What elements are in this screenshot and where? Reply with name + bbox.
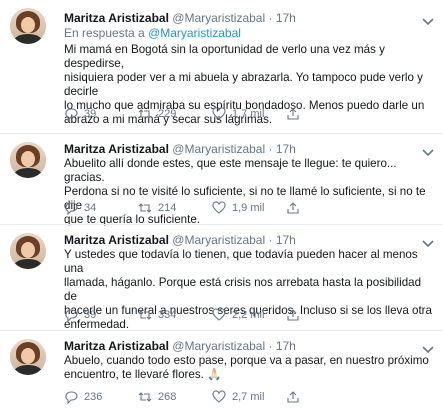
like-icon: [212, 107, 226, 120]
reply-icon: [65, 202, 78, 215]
like-icon: [212, 201, 226, 214]
reply-count: 236: [84, 391, 103, 403]
avatar[interactable]: [10, 142, 46, 178]
tweet-actions: 39 229 1,7 mil: [64, 106, 434, 122]
caret-down-icon[interactable]: [421, 14, 435, 26]
tweet-time[interactable]: 17h: [276, 233, 296, 247]
reply-count: 39: [84, 108, 97, 120]
reply-icon: [65, 391, 78, 404]
author-name[interactable]: Maritza Aristizabal: [64, 339, 169, 353]
author-name[interactable]: Maritza Aristizabal: [64, 233, 169, 247]
tweet[interactable]: Maritza Aristizabal @Maryaristizabal · 1…: [0, 134, 443, 226]
tweet-actions: 39 334 2,2 mil: [64, 307, 434, 323]
retweet-count: 334: [158, 309, 177, 321]
tweet-text: Abuelo, cuando todo esto pase, porque va…: [64, 354, 429, 381]
caret-down-icon[interactable]: [421, 236, 435, 248]
share-button[interactable]: [286, 389, 300, 405]
reply-icon: [65, 309, 78, 322]
retweet-button[interactable]: 229: [138, 106, 176, 122]
avatar[interactable]: [10, 233, 46, 269]
reply-handle-link[interactable]: @Maryaristizabal: [148, 26, 241, 40]
like-button[interactable]: 1,7 mil: [212, 106, 264, 122]
reply-button[interactable]: 39: [64, 106, 96, 122]
retweet-icon: [138, 310, 152, 320]
reply-icon: [65, 108, 78, 121]
author-handle[interactable]: @Maryaristizabal: [172, 233, 265, 247]
retweet-icon: [138, 392, 152, 402]
reply-count: 39: [84, 309, 97, 321]
tweet-header: Maritza Aristizabal @Maryaristizabal · 1…: [64, 339, 296, 353]
tweet-actions: 236 268 2,7 mil: [64, 389, 434, 405]
tweet[interactable]: Maritza Aristizabal @Maryaristizabal · 1…: [0, 0, 443, 133]
tweet-actions: 34 214 1,9 mil: [64, 200, 434, 216]
tweet[interactable]: Maritza Aristizabal @Maryaristizabal · 1…: [0, 331, 443, 414]
author-handle[interactable]: @Maryaristizabal: [172, 339, 265, 353]
avatar[interactable]: [10, 8, 46, 44]
tweet-header: Maritza Aristizabal @Maryaristizabal · 1…: [64, 142, 296, 156]
separator-dot: ·: [268, 339, 273, 353]
retweet-count: 229: [158, 108, 177, 120]
reply-button[interactable]: 39: [64, 307, 96, 323]
tweet-time[interactable]: 17h: [276, 11, 296, 25]
retweet-count: 214: [158, 202, 177, 214]
retweet-icon: [138, 203, 152, 213]
tweet-header: Maritza Aristizabal @Maryaristizabal · 1…: [64, 233, 296, 247]
tweet-text: Abuelito allí donde estes, que este mens…: [64, 157, 426, 226]
retweet-button[interactable]: 334: [138, 307, 176, 323]
retweet-button[interactable]: 214: [138, 200, 176, 216]
like-button[interactable]: 2,7 mil: [212, 389, 264, 405]
share-button[interactable]: [286, 200, 300, 216]
share-icon: [287, 309, 299, 321]
author-handle[interactable]: @Maryaristizabal: [172, 11, 265, 25]
author-name[interactable]: Maritza Aristizabal: [64, 11, 169, 25]
share-button[interactable]: [286, 307, 300, 323]
separator-dot: ·: [268, 11, 273, 25]
like-count: 2,7 mil: [232, 391, 265, 403]
share-icon: [287, 391, 299, 403]
caret-down-icon[interactable]: [421, 342, 435, 354]
like-count: 1,7 mil: [232, 108, 265, 120]
author-name[interactable]: Maritza Aristizabal: [64, 142, 169, 156]
like-count: 1,9 mil: [232, 202, 265, 214]
like-count: 2,2 mil: [232, 309, 265, 321]
share-icon: [287, 202, 299, 214]
retweet-count: 268: [158, 391, 177, 403]
tweet[interactable]: Maritza Aristizabal @Maryaristizabal · 1…: [0, 225, 443, 331]
share-button[interactable]: [286, 106, 300, 122]
share-icon: [287, 108, 299, 120]
reply-button[interactable]: 34: [64, 200, 96, 216]
reply-button[interactable]: 236: [64, 389, 102, 405]
tweet-header: Maritza Aristizabal @Maryaristizabal · 1…: [64, 11, 296, 25]
like-button[interactable]: 1,9 mil: [212, 200, 264, 216]
retweet-button[interactable]: 268: [138, 389, 176, 405]
reply-prefix: En respuesta a: [64, 26, 145, 40]
like-button[interactable]: 2,2 mil: [212, 307, 264, 323]
reply-count: 34: [84, 202, 97, 214]
retweet-icon: [138, 109, 152, 119]
author-handle[interactable]: @Maryaristizabal: [172, 142, 265, 156]
tweet-time[interactable]: 17h: [276, 142, 296, 156]
tweet-time[interactable]: 17h: [276, 339, 296, 353]
like-icon: [212, 390, 226, 403]
like-icon: [212, 308, 226, 321]
reply-context: En respuesta a @Maryaristizabal: [64, 26, 241, 40]
separator-dot: ·: [268, 142, 273, 156]
separator-dot: ·: [268, 233, 273, 247]
avatar[interactable]: [10, 339, 46, 375]
caret-down-icon[interactable]: [421, 145, 435, 157]
